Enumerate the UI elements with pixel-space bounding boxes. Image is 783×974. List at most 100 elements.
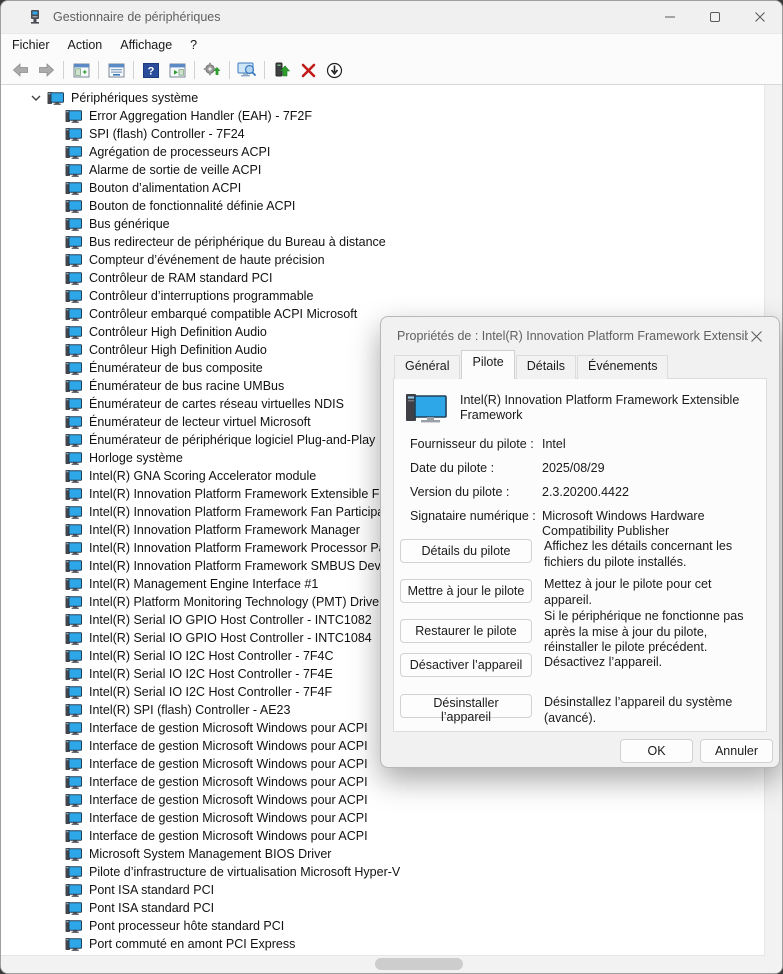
- tree-item[interactable]: Contrôleur de RAM standard PCI: [1, 269, 765, 287]
- tab-details[interactable]: Détails: [516, 355, 576, 379]
- show-console-tree-icon: [73, 63, 90, 78]
- tree-item-label: Intel(R) Serial IO I2C Host Controller -…: [89, 685, 332, 699]
- tree-item[interactable]: Bus redirecteur de périphérique du Burea…: [1, 233, 765, 251]
- properties-button[interactable]: [103, 59, 129, 81]
- scan-hardware-changes-icon: [237, 62, 257, 78]
- system-device-icon: [65, 181, 82, 195]
- dialog-close-button[interactable]: [748, 327, 765, 345]
- minimize-icon: [664, 11, 676, 23]
- update-driver-software-button[interactable]: [199, 59, 225, 81]
- uninstall-device-button[interactable]: [295, 59, 321, 81]
- update-driver-icon: [274, 62, 290, 78]
- system-device-icon: [65, 703, 82, 717]
- tree-item[interactable]: Alarme de sortie de veille ACPI: [1, 161, 765, 179]
- roll-back-driver-button[interactable]: Restaurer le pilote: [400, 619, 532, 643]
- device-name: Intel(R) Innovation Platform Framework E…: [460, 391, 750, 427]
- update-driver-button[interactable]: [269, 59, 295, 81]
- system-device-icon: [65, 919, 82, 933]
- tree-item-label: Intel(R) SPI (flash) Controller - AE23: [89, 703, 290, 717]
- tree-item[interactable]: Bouton de fonctionnalité définie ACPI: [1, 197, 765, 215]
- help-button[interactable]: ?: [138, 59, 164, 81]
- forward-icon: [38, 63, 55, 77]
- tab-evenements[interactable]: Événements: [577, 355, 668, 379]
- window-title: Gestionnaire de périphériques: [53, 10, 220, 24]
- tree-item-label: Pont ISA standard PCI: [89, 901, 214, 915]
- system-device-icon: [65, 397, 82, 411]
- horizontal-scrollbar-thumb[interactable]: [375, 958, 463, 970]
- show-console-tree-button[interactable]: [68, 59, 94, 81]
- action-pane-button[interactable]: [164, 59, 190, 81]
- tab-pilote[interactable]: Pilote: [461, 350, 514, 379]
- field-value-date: 2025/08/29: [542, 461, 768, 476]
- scan-hardware-changes-button[interactable]: [234, 59, 260, 81]
- tree-item-label: Interface de gestion Microsoft Windows p…: [89, 775, 368, 789]
- menu-affichage[interactable]: Affichage: [111, 36, 181, 54]
- system-device-icon: [65, 469, 82, 483]
- tree-item[interactable]: SPI (flash) Controller - 7F24: [1, 125, 765, 143]
- tree-item-label: Contrôleur High Definition Audio: [89, 325, 267, 339]
- system-device-icon: [65, 847, 82, 861]
- tree-item-label: Contrôleur embarqué compatible ACPI Micr…: [89, 307, 357, 321]
- menu-action[interactable]: Action: [59, 36, 112, 54]
- tree-item-label: Intel(R) Management Engine Interface #1: [89, 577, 318, 591]
- tree-item[interactable]: Agrégation de processeurs ACPI: [1, 143, 765, 161]
- tree-item[interactable]: Interface de gestion Microsoft Windows p…: [1, 773, 765, 791]
- tree-item[interactable]: Pilote d’infrastructure de virtualisatio…: [1, 863, 765, 881]
- system-device-icon: [65, 379, 82, 393]
- tree-item-label: Périphériques système: [71, 91, 198, 105]
- minimize-button[interactable]: [647, 1, 692, 33]
- system-device-icon: [65, 415, 82, 429]
- system-device-icon: [65, 685, 82, 699]
- tree-item[interactable]: Interface de gestion Microsoft Windows p…: [1, 827, 765, 845]
- menu-fichier[interactable]: Fichier: [3, 36, 59, 54]
- tree-item[interactable]: Bouton d’alimentation ACPI: [1, 179, 765, 197]
- tree-item-label: Bouton d’alimentation ACPI: [89, 181, 241, 195]
- close-button[interactable]: [737, 1, 782, 33]
- system-device-icon: [65, 901, 82, 915]
- disable-device-button-dialog[interactable]: Désactiver l’appareil: [400, 653, 532, 677]
- system-device-icon: [65, 559, 82, 573]
- tab-general[interactable]: Général: [394, 355, 460, 379]
- menu-aide[interactable]: ?: [181, 36, 206, 54]
- toolbar-separator: [264, 61, 265, 79]
- uninstall-device-description: Désinstallez l’appareil du système (avan…: [544, 695, 760, 726]
- toolbar-separator: [194, 61, 195, 79]
- tree-item-label: Pilote d’infrastructure de virtualisatio…: [89, 865, 400, 879]
- system-device-icon: [65, 757, 82, 771]
- tree-item-label: Contrôleur de RAM standard PCI: [89, 271, 272, 285]
- uninstall-device-button-dialog[interactable]: Désinstaller l’appareil: [400, 694, 532, 718]
- tree-item-label: Alarme de sortie de veille ACPI: [89, 163, 261, 177]
- tree-item[interactable]: Compteur d’événement de haute précision: [1, 251, 765, 269]
- update-driver-button-dialog[interactable]: Mettre à jour le pilote: [400, 579, 532, 603]
- horizontal-scrollbar[interactable]: [1, 955, 765, 973]
- tree-item[interactable]: Bus générique: [1, 215, 765, 233]
- chevron-down-icon[interactable]: [28, 90, 44, 106]
- tree-item-label: Interface de gestion Microsoft Windows p…: [89, 721, 368, 735]
- tree-item[interactable]: Pont ISA standard PCI: [1, 899, 765, 917]
- tree-item[interactable]: Contrôleur d’interruptions programmable: [1, 287, 765, 305]
- back-button[interactable]: [7, 59, 33, 81]
- properties-dialog: Propriétés de : Intel(R) Innovation Plat…: [380, 316, 780, 768]
- close-icon: [754, 11, 766, 23]
- tree-item[interactable]: Interface de gestion Microsoft Windows p…: [1, 809, 765, 827]
- field-value-signataire: Microsoft Windows Hardware Compatibility…: [542, 509, 768, 539]
- system-device-icon: [65, 505, 82, 519]
- tree-item[interactable]: Port commuté en amont PCI Express: [1, 935, 765, 953]
- forward-button[interactable]: [33, 59, 59, 81]
- tree-item[interactable]: Microsoft System Management BIOS Driver: [1, 845, 765, 863]
- tree-item[interactable]: Pont ISA standard PCI: [1, 881, 765, 899]
- driver-details-button[interactable]: Détails du pilote: [400, 539, 532, 563]
- system-device-icon: [65, 199, 82, 213]
- cancel-button[interactable]: Annuler: [700, 739, 773, 763]
- field-label-signataire: Signataire numérique :: [410, 509, 536, 523]
- tree-item[interactable]: Interface de gestion Microsoft Windows p…: [1, 791, 765, 809]
- field-value-version: 2.3.20200.4422: [542, 485, 768, 500]
- tree-item[interactable]: Error Aggregation Handler (EAH) - 7F2F: [1, 107, 765, 125]
- tree-item[interactable]: Périphériques système: [1, 89, 765, 107]
- system-device-icon: [47, 91, 64, 105]
- tree-item[interactable]: Pont processeur hôte standard PCI: [1, 917, 765, 935]
- ok-button[interactable]: OK: [620, 739, 693, 763]
- system-device-icon: [65, 595, 82, 609]
- maximize-button[interactable]: [692, 1, 737, 33]
- disable-device-button[interactable]: [321, 59, 347, 81]
